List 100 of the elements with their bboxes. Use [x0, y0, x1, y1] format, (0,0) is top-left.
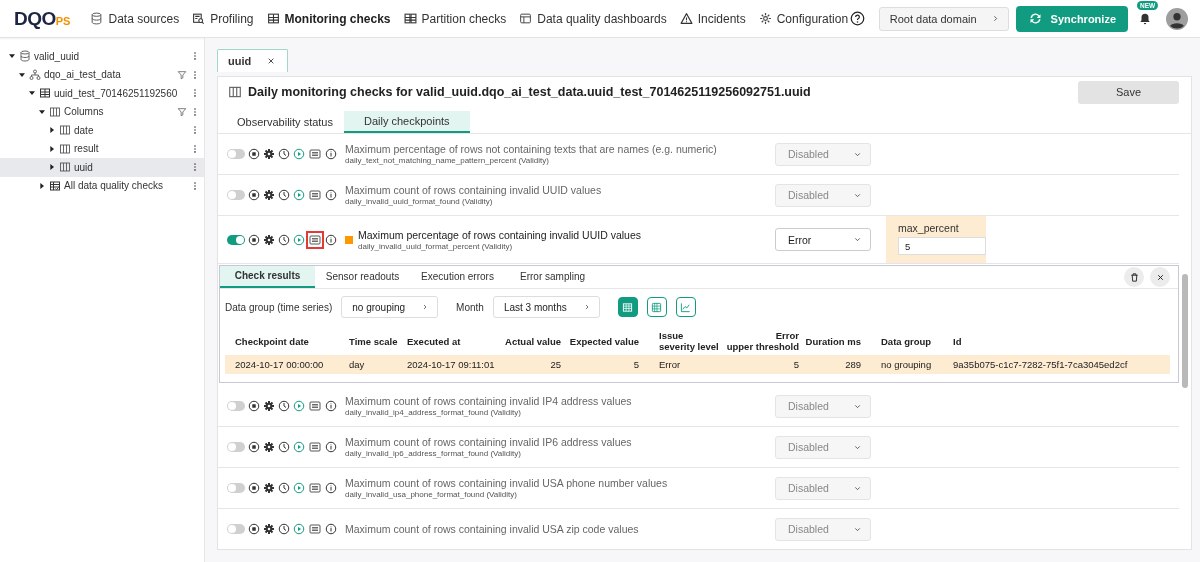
stop-icon[interactable]	[248, 400, 260, 412]
severity-dropdown[interactable]: Disabled	[775, 517, 871, 541]
check-title: Maximum count of rows containing invalid USA phone number values	[345, 477, 668, 489]
table-cell: 5	[723, 355, 799, 374]
avatar-icon[interactable]	[1166, 7, 1188, 30]
clock-icon[interactable]	[278, 482, 290, 494]
clock-icon[interactable]	[278, 400, 290, 412]
logo-text: DQO	[14, 7, 56, 30]
tab[interactable]: Observability status	[226, 111, 344, 133]
results-button[interactable]	[308, 522, 322, 536]
severity-dropdown[interactable]: Error	[775, 228, 871, 251]
close-icon[interactable]	[267, 57, 276, 65]
toggle-switch[interactable]	[227, 442, 245, 452]
settings-icon[interactable]	[263, 400, 275, 412]
view-button[interactable]	[675, 297, 696, 317]
severity-dropdown[interactable]: Disabled	[775, 394, 871, 418]
toggle-switch[interactable]	[227, 401, 245, 411]
nav-link[interactable]: Configuration	[758, 11, 849, 26]
chevron-down-icon	[853, 235, 862, 244]
results-button[interactable]	[308, 440, 322, 454]
settings-icon[interactable]	[263, 189, 275, 201]
stop-icon[interactable]	[248, 189, 260, 201]
severity-dropdown[interactable]: Disabled	[775, 435, 871, 459]
severity-dropdown[interactable]: Disabled	[775, 142, 871, 166]
settings-icon[interactable]	[263, 523, 275, 535]
clock-icon[interactable]	[278, 233, 290, 246]
period-dropdown[interactable]: Last 3 months	[492, 296, 600, 318]
group-dropdown[interactable]: no grouping	[341, 296, 439, 318]
settings-icon[interactable]	[263, 148, 275, 160]
toggle-switch[interactable]	[227, 190, 245, 200]
results-button[interactable]	[308, 399, 322, 413]
info-icon[interactable]	[325, 523, 337, 535]
layout-icon	[519, 12, 533, 25]
info-icon[interactable]	[325, 189, 337, 201]
delete-button[interactable]	[1124, 267, 1144, 287]
domain-button[interactable]: Root data domain	[878, 6, 1009, 31]
list-icon	[309, 523, 321, 535]
info-icon[interactable]	[325, 233, 337, 246]
tab[interactable]: Check results	[220, 266, 315, 288]
results-button[interactable]	[308, 147, 322, 161]
tree-item[interactable]: dqo_ai_test_data	[0, 65, 204, 84]
nav-link[interactable]: Profiling	[192, 11, 254, 26]
severity-dropdown[interactable]: Disabled	[775, 476, 871, 500]
view-button[interactable]	[617, 297, 638, 317]
filter-icon[interactable]	[177, 106, 187, 117]
editor-tab[interactable]: uuid	[217, 49, 289, 72]
stop-icon[interactable]	[248, 233, 260, 246]
help-icon[interactable]	[849, 11, 865, 26]
tree-item[interactable]: date	[0, 121, 204, 140]
clock-icon[interactable]	[278, 148, 290, 160]
stop-icon[interactable]	[248, 523, 260, 535]
close-button[interactable]	[1150, 267, 1170, 287]
list-icon	[309, 233, 321, 246]
stop-icon[interactable]	[248, 482, 260, 494]
tree-item[interactable]: uuid	[0, 158, 204, 177]
tree-item[interactable]: uuid_test_70146251192560	[0, 84, 204, 103]
table-cell: Error	[639, 355, 723, 374]
tab[interactable]: Sensor readouts	[315, 267, 410, 287]
stop-icon[interactable]	[248, 441, 260, 453]
severity-dropdown[interactable]: Disabled	[775, 183, 871, 207]
results-button[interactable]	[308, 481, 322, 495]
table-icon	[266, 12, 280, 25]
info-icon[interactable]	[325, 441, 337, 453]
toggle-switch[interactable]	[227, 483, 245, 493]
column-header: Data group	[880, 334, 933, 349]
input-field[interactable]: 5	[898, 237, 986, 255]
stop-icon[interactable]	[248, 148, 260, 160]
settings-icon[interactable]	[263, 482, 275, 494]
tab[interactable]: Execution errors	[410, 267, 505, 287]
toggle-switch[interactable]	[227, 149, 245, 159]
results-button[interactable]	[308, 188, 322, 202]
clock-icon[interactable]	[278, 523, 290, 535]
nav-link[interactable]: Incidents	[679, 11, 746, 26]
nav-link[interactable]: Data sources	[90, 11, 180, 26]
clock-icon[interactable]	[278, 441, 290, 453]
results-button[interactable]	[308, 232, 322, 247]
check-name: daily_text_not_matching_name_pattern_percent (Validity)	[345, 156, 550, 165]
magnifier-icon	[192, 12, 206, 25]
info-icon[interactable]	[325, 400, 337, 412]
tree-item[interactable]: valid_uuid	[0, 47, 204, 66]
nav-link[interactable]: Data quality dashboards	[519, 11, 667, 26]
toggle-switch[interactable]	[227, 234, 245, 245]
nav-link[interactable]: Monitoring checks	[266, 11, 391, 26]
save-button[interactable]: Save	[1078, 80, 1179, 104]
tree-item[interactable]: All data quality checks	[0, 176, 204, 195]
check-title: Maximum count of rows containing invalid IP4 address values	[345, 395, 632, 407]
tree-item[interactable]: Columns	[0, 102, 204, 121]
tab[interactable]: Error sampling	[505, 267, 600, 287]
view-button[interactable]	[646, 297, 667, 317]
settings-icon[interactable]	[263, 233, 275, 246]
info-icon[interactable]	[325, 482, 337, 494]
toggle-switch[interactable]	[227, 524, 245, 534]
tab[interactable]: Daily checkpoints	[344, 111, 470, 133]
nav-link[interactable]: Partition checks	[403, 11, 507, 26]
tree-item[interactable]: result	[0, 139, 204, 158]
info-icon[interactable]	[325, 148, 337, 160]
clock-icon[interactable]	[278, 189, 290, 201]
scrollbar-thumb[interactable]	[1182, 274, 1188, 388]
settings-icon[interactable]	[263, 441, 275, 453]
filter-icon[interactable]	[177, 69, 187, 80]
